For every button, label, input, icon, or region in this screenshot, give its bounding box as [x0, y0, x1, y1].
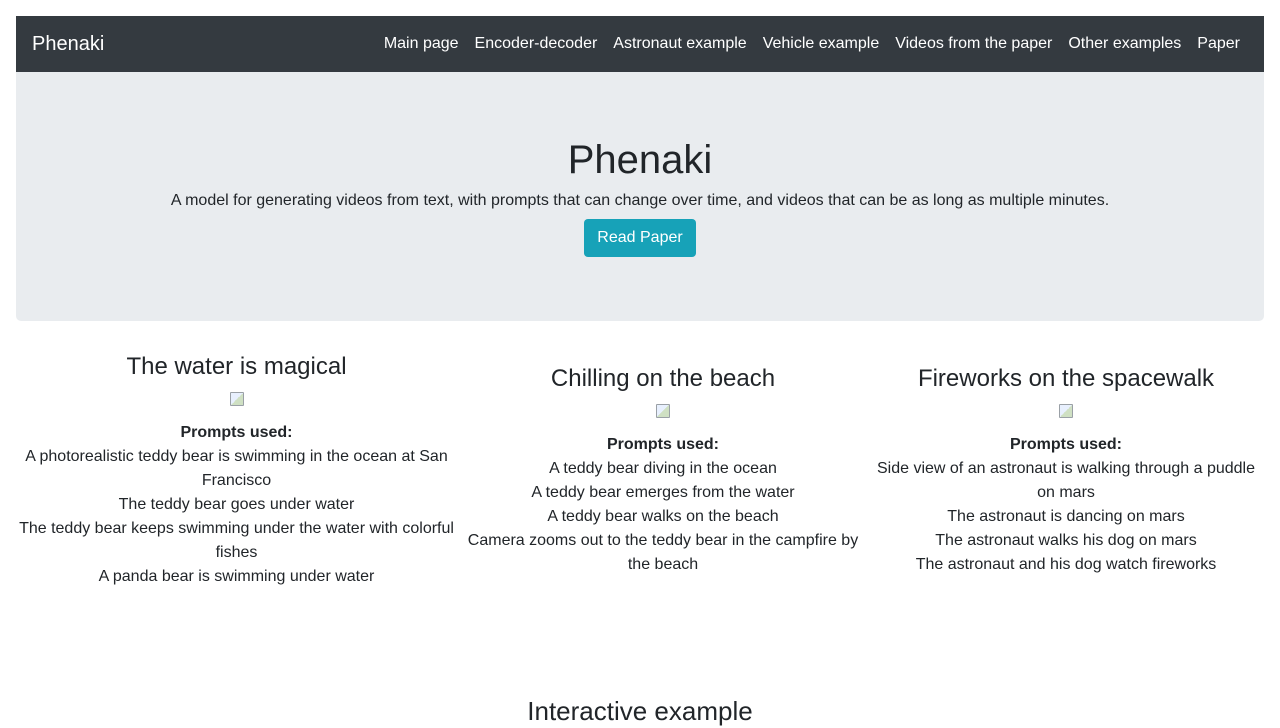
nav-link-astronaut-example[interactable]: Astronaut example [613, 35, 746, 53]
prompt-line: The teddy bear keeps swimming under the … [19, 520, 454, 561]
nav-link-paper[interactable]: Paper [1197, 35, 1240, 53]
example-title: The water is magical [126, 353, 347, 380]
prompts-label: Prompts used: [180, 424, 293, 441]
broken-image-icon[interactable] [229, 391, 245, 407]
example-title: Fireworks on the spacewalk [917, 365, 1215, 392]
interactive-example-heading: Interactive example [527, 696, 753, 726]
example-chilling-beach: Chilling on the beach Prompts used: A te… [465, 365, 861, 577]
hero-title: Phenaki [567, 138, 713, 182]
prompt-line: Camera zooms out to the teddy bear in th… [467, 532, 859, 573]
top-navbar: Phenaki Main page Encoder-decoder Astron… [16, 16, 1264, 72]
example-title: Chilling on the beach [550, 365, 776, 392]
example-water-magical: The water is magical Prompts used: A pho… [16, 353, 457, 589]
read-paper-button[interactable]: Read Paper [584, 219, 696, 257]
prompt-line: A teddy bear walks on the beach [547, 508, 779, 525]
prompt-line: A teddy bear diving in the ocean [549, 460, 777, 477]
nav-links: Main page Encoder-decoder Astronaut exam… [384, 35, 1240, 53]
hero-subtitle: A model for generating videos from text,… [170, 192, 1110, 209]
prompt-line: The astronaut and his dog watch firework… [915, 556, 1217, 573]
example-fireworks-spacewalk: Fireworks on the spacewalk Prompts used:… [869, 365, 1263, 577]
nav-link-other-examples[interactable]: Other examples [1068, 35, 1181, 53]
broken-image-icon[interactable] [655, 403, 671, 419]
prompt-line: The astronaut is dancing on mars [947, 508, 1185, 525]
prompt-line: A panda bear is swimming under water [98, 568, 375, 585]
prompt-line: The astronaut walks his dog on mars [935, 532, 1197, 549]
prompt-line: Side view of an astronaut is walking thr… [876, 460, 1255, 501]
prompts-label: Prompts used: [606, 436, 719, 453]
broken-image-icon[interactable] [1058, 403, 1074, 419]
hero-jumbotron: Phenaki A model for generating videos fr… [16, 72, 1264, 321]
nav-link-main-page[interactable]: Main page [384, 35, 459, 53]
prompts-label: Prompts used: [1009, 436, 1122, 453]
nav-link-encoder-decoder[interactable]: Encoder-decoder [475, 35, 598, 53]
prompt-line: The teddy bear goes under water [118, 496, 355, 513]
prompt-line: A teddy bear emerges from the water [531, 484, 795, 501]
nav-link-videos-from-paper[interactable]: Videos from the paper [895, 35, 1052, 53]
nav-link-vehicle-example[interactable]: Vehicle example [763, 35, 880, 53]
prompt-line: A photorealistic teddy bear is swimming … [25, 448, 448, 489]
brand-link[interactable]: Phenaki [32, 33, 104, 56]
